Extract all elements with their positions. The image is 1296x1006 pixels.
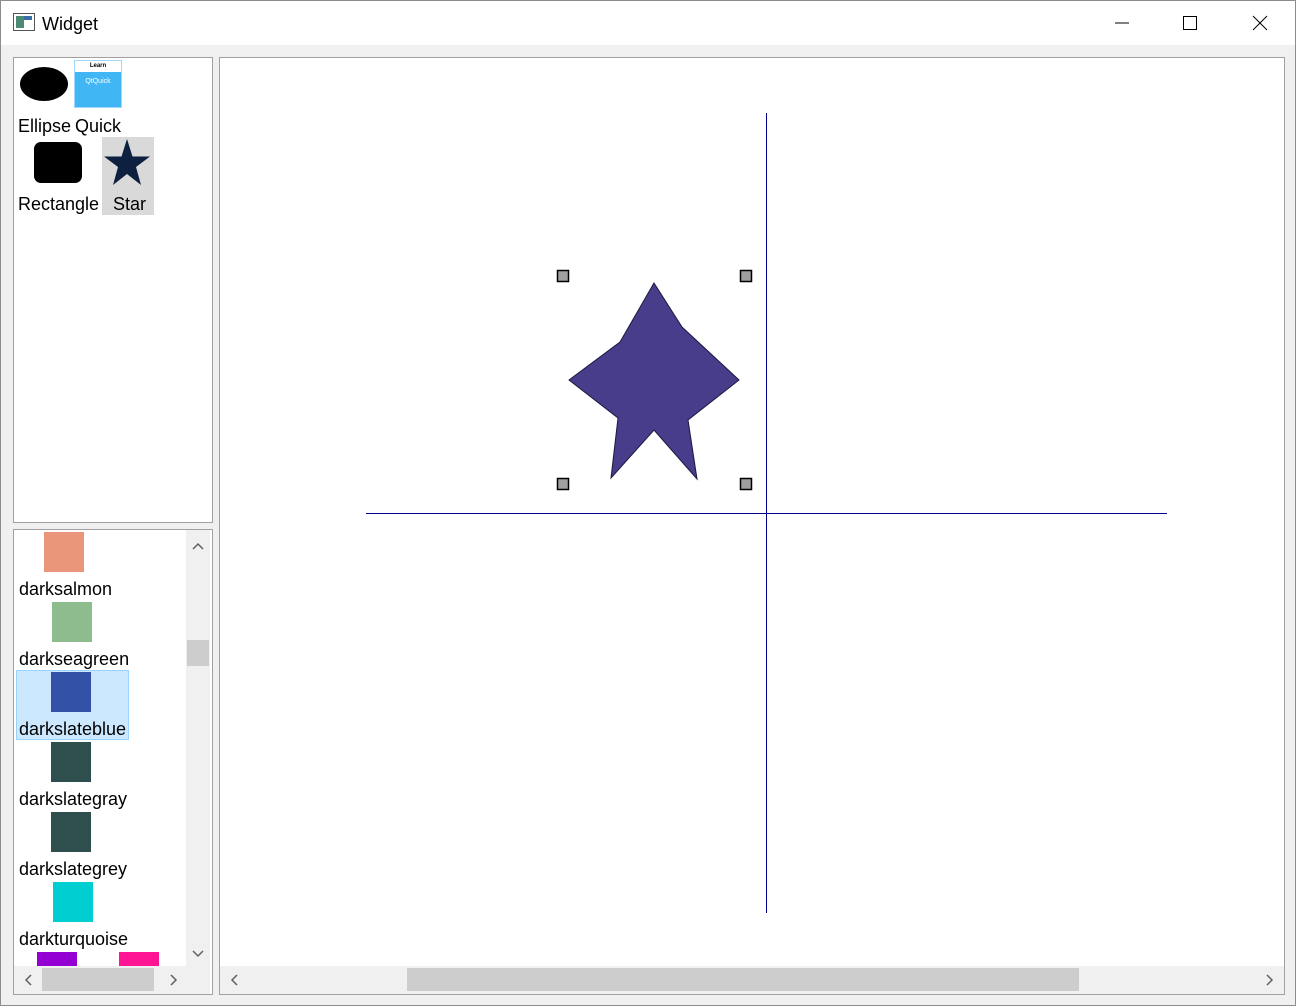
main-window: Widget Ellipse Learn QtQuick Quick Recta… [0, 0, 1296, 1006]
scroll-right-arrow-icon[interactable] [1258, 966, 1282, 994]
maximize-icon [1183, 16, 1197, 30]
color-label: darkslategrey [19, 859, 128, 879]
color-swatch [51, 672, 91, 712]
resize-handle-bottom-right[interactable] [739, 477, 753, 491]
scroll-up-arrow-icon[interactable] [186, 534, 210, 558]
color-item-darksalmon[interactable]: darksalmon [16, 530, 129, 600]
color-swatch [37, 952, 77, 966]
star-shape[interactable] [568, 282, 740, 481]
resize-handle-top-left[interactable] [556, 269, 570, 283]
colors-vertical-scrollbar[interactable] [186, 530, 210, 966]
color-label: darksalmon [19, 579, 113, 599]
resize-handle-top-right[interactable] [739, 269, 753, 283]
color-label: darkturquoise [19, 929, 129, 949]
shapes-palette: Ellipse Learn QtQuick Quick Rectangle St… [13, 57, 213, 523]
colors-vscroll-thumb[interactable] [187, 640, 209, 666]
shape-label-rectangle: Rectangle [18, 194, 100, 214]
window-title: Widget [42, 14, 99, 34]
color-swatch [51, 812, 91, 852]
close-icon [1252, 15, 1268, 31]
scroll-right-arrow-icon[interactable] [162, 966, 186, 994]
shape-item-star[interactable]: Star [102, 137, 154, 215]
colors-list: darksalmon darkseagreen darkslateblue da… [14, 530, 186, 966]
shape-item-ellipse[interactable]: Ellipse [18, 64, 72, 140]
canvas-scene[interactable] [220, 58, 1284, 966]
rounded-rectangle-icon [34, 142, 82, 183]
colors-horizontal-scrollbar[interactable] [14, 966, 186, 994]
canvas-horizontal-scrollbar[interactable] [220, 966, 1284, 994]
color-swatch [44, 532, 84, 572]
color-label: darkslateblue [19, 719, 127, 739]
close-button[interactable] [1226, 1, 1294, 45]
shape-item-quick[interactable]: Learn QtQuick Quick [72, 60, 124, 140]
color-label: darkslategray [19, 789, 128, 809]
maximize-button[interactable] [1156, 1, 1224, 45]
qtquick-icon: Learn QtQuick [74, 60, 122, 108]
color-item-darkseagreen[interactable]: darkseagreen [16, 600, 129, 670]
scroll-down-arrow-icon[interactable] [186, 942, 210, 966]
drawing-canvas[interactable] [219, 57, 1285, 995]
color-label: darkseagreen [19, 649, 130, 669]
shape-label-quick: Quick [75, 116, 122, 136]
color-swatch [53, 882, 93, 922]
scrollbar-corner [186, 966, 210, 994]
shape-item-rectangle[interactable]: Rectangle [18, 142, 104, 216]
color-item-deeppink[interactable] [100, 950, 186, 966]
minimize-icon [1115, 22, 1129, 24]
color-item-darkslategrey[interactable]: darkslategrey [16, 810, 129, 880]
color-swatch [119, 952, 159, 966]
colors-palette: darksalmon darkseagreen darkslateblue da… [13, 529, 213, 995]
colors-hscroll-thumb[interactable] [42, 968, 154, 991]
color-item-darkturquoise[interactable]: darkturquoise [16, 880, 136, 950]
star-icon [104, 139, 150, 185]
canvas-hscroll-thumb[interactable] [407, 968, 1079, 991]
scroll-left-arrow-icon[interactable] [16, 966, 40, 994]
scroll-left-arrow-icon[interactable] [222, 966, 246, 994]
color-item-darkslategray[interactable]: darkslategray [16, 740, 129, 810]
shape-label-star: Star [113, 194, 147, 214]
shape-label-ellipse: Ellipse [18, 116, 72, 136]
minimize-button[interactable] [1088, 1, 1156, 45]
app-icon [13, 13, 35, 31]
ellipse-icon [20, 67, 68, 101]
title-bar[interactable]: Widget [1, 1, 1295, 45]
color-swatch [51, 742, 91, 782]
resize-handle-bottom-left[interactable] [556, 477, 570, 491]
color-item-darkslateblue[interactable]: darkslateblue [16, 670, 129, 740]
color-swatch [52, 602, 92, 642]
